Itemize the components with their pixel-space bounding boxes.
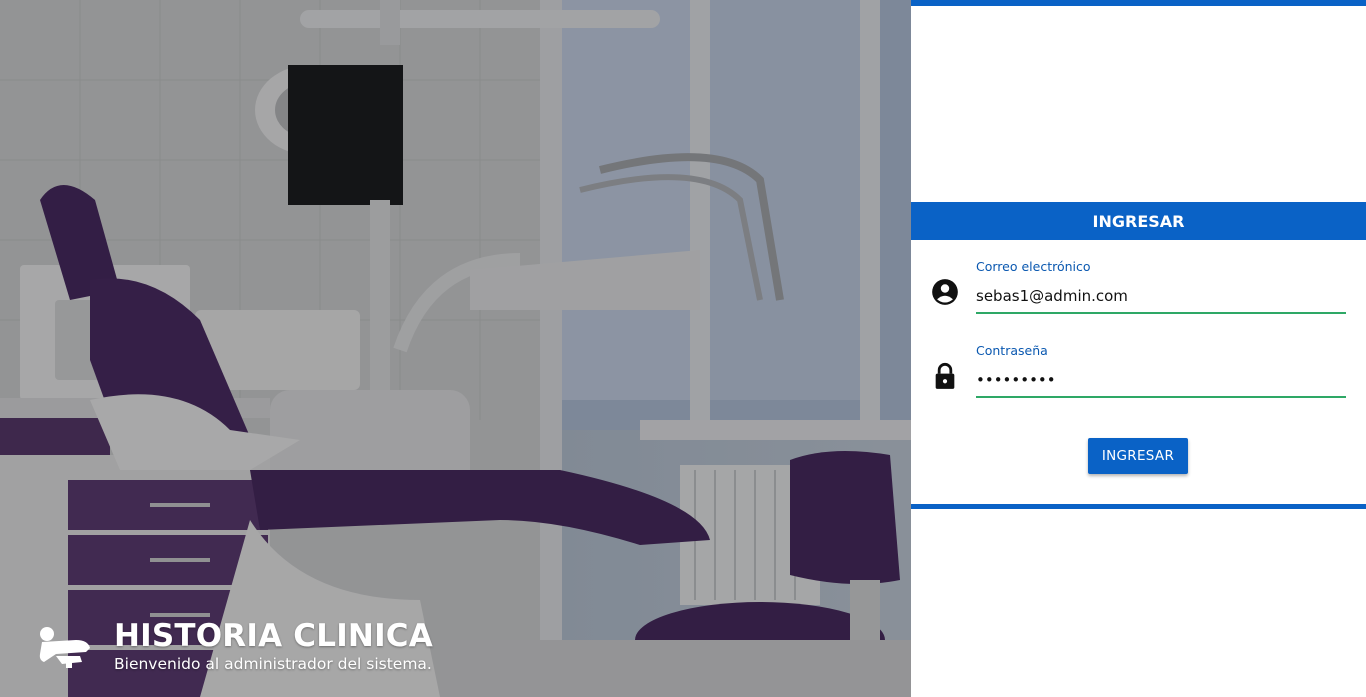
dental-chair-icon — [39, 627, 90, 668]
login-submit-button[interactable]: INGRESAR — [1088, 438, 1188, 474]
hero-background-image: HISTORIA CLINICA Bienvenido al administr… — [0, 0, 911, 697]
hero-dim-overlay — [0, 0, 911, 697]
password-field-group: Contraseña — [931, 340, 1346, 400]
lock-icon — [935, 362, 955, 389]
app-title: HISTORIA CLINICA — [114, 618, 433, 654]
password-label: Contraseña — [976, 343, 1048, 358]
login-panel: INGRESAR Correo electrónico Contraseña — [911, 0, 1366, 697]
login-header: INGRESAR — [911, 202, 1366, 240]
email-label: Correo electrónico — [976, 259, 1091, 274]
email-field-group: Correo electrónico — [931, 256, 1346, 316]
account-circle-icon — [932, 279, 958, 305]
app-subtitle: Bienvenido al administrador del sistema. — [114, 655, 432, 673]
login-page: HISTORIA CLINICA Bienvenido al administr… — [0, 0, 1366, 697]
brand-block: HISTORIA CLINICA Bienvenido al administr… — [36, 618, 433, 674]
password-input[interactable] — [976, 364, 1346, 398]
bottom-accent-bar — [911, 504, 1366, 509]
email-input[interactable] — [976, 280, 1346, 314]
top-accent-bar — [911, 0, 1366, 6]
